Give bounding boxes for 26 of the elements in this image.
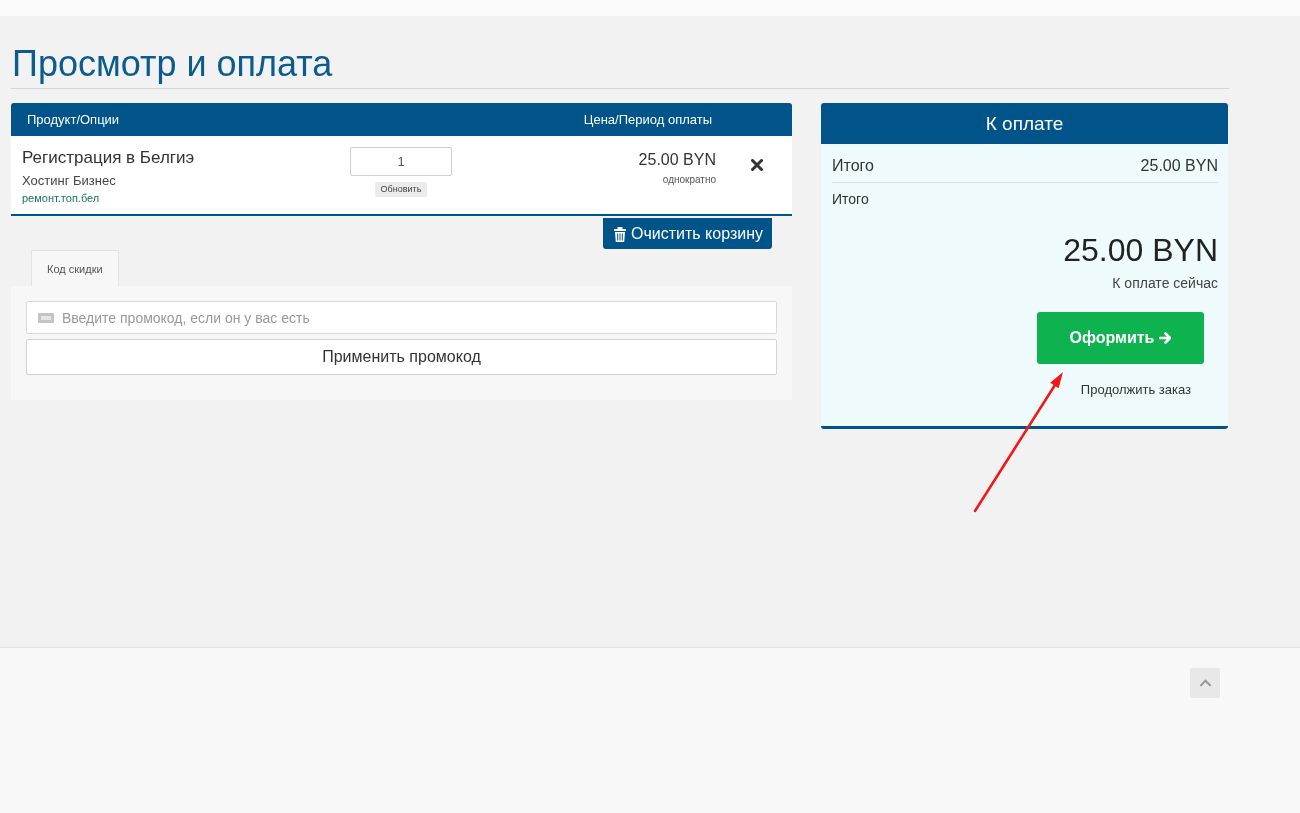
quantity-field[interactable]: 1 — [350, 147, 452, 176]
subtotal-label: Итого — [832, 156, 874, 176]
page-title: Просмотр и оплата — [12, 44, 333, 84]
discount-tab[interactable]: Код скидки — [31, 250, 119, 286]
domain-name: ремонт.топ.бел — [22, 191, 100, 205]
due-now-label: К оплате сейчас — [1112, 274, 1218, 292]
close-icon[interactable] — [751, 159, 763, 171]
column-header: Цена/Период оплаты — [583, 110, 712, 129]
chevron-up-icon — [1199, 679, 1211, 687]
continue-order-link[interactable]: Продолжить заказ — [1080, 381, 1191, 399]
trash-icon — [613, 225, 627, 242]
clear-cart-button[interactable]: Очистить корзину — [603, 218, 772, 249]
promo-code-field[interactable]: Введите промокод, если он у вас есть — [26, 301, 777, 334]
apply-promo-button[interactable]: Применить промокод — [26, 339, 777, 375]
total-amount: 25.00 BYN — [1063, 231, 1218, 269]
item-price: 25.00 BYN — [638, 150, 716, 170]
ticket-icon — [38, 313, 54, 323]
update-button[interactable]: Обновить — [374, 182, 428, 197]
column-header: Продукт/Опции — [27, 110, 120, 129]
arrow-right-icon — [1159, 331, 1172, 345]
product-group: Хостинг Бизнес — [22, 173, 116, 189]
subtotal-value: 25.00 BYN — [1140, 156, 1218, 176]
total-label: Итого — [832, 190, 869, 208]
summary-header: К оплате — [821, 103, 1228, 144]
billing-cycle: однократно — [662, 174, 716, 186]
product-name: Регистрация в Белгиэ — [22, 148, 195, 168]
